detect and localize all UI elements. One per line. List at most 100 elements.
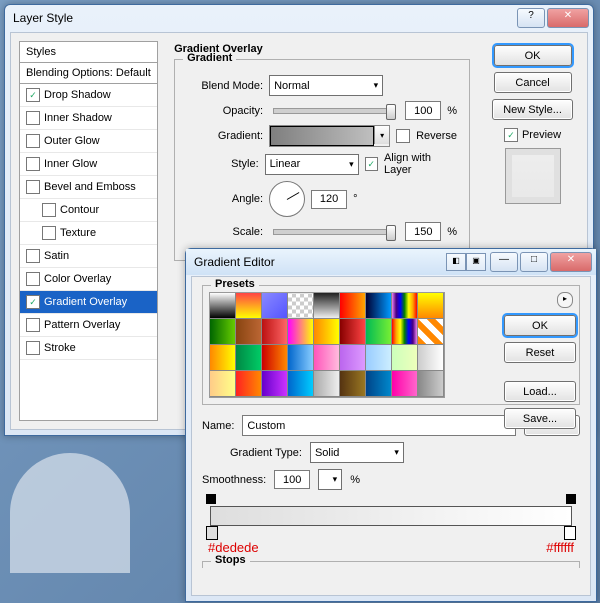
gradient-type-select[interactable]: Solid <box>310 442 404 463</box>
scale-slider[interactable] <box>273 229 395 235</box>
smoothness-value[interactable]: 100 <box>274 470 310 489</box>
window-tab-icon[interactable]: ◧ <box>446 253 466 271</box>
style-row-gradient-overlay[interactable]: Gradient Overlay <box>20 291 157 314</box>
gradient-editor-titlebar[interactable]: Gradient Editor ◧ ▣ — □ ✕ <box>186 249 596 275</box>
color-stop-left[interactable] <box>206 526 218 540</box>
style-row-texture[interactable]: Texture <box>20 222 157 245</box>
style-row-pattern-overlay[interactable]: Pattern Overlay <box>20 314 157 337</box>
blend-mode-select[interactable]: Normal <box>269 75 383 96</box>
style-checkbox[interactable] <box>26 272 40 286</box>
preset-swatch[interactable] <box>235 318 262 345</box>
style-checkbox[interactable] <box>42 203 56 217</box>
preset-swatch[interactable] <box>209 370 236 397</box>
preview-checkbox[interactable] <box>504 128 518 142</box>
style-row-bevel-and-emboss[interactable]: Bevel and Emboss <box>20 176 157 199</box>
preset-swatch[interactable] <box>235 370 262 397</box>
style-row-drop-shadow[interactable]: Drop Shadow <box>20 84 157 107</box>
preset-swatch[interactable] <box>235 292 262 319</box>
save-button[interactable]: Save... <box>504 408 576 429</box>
preset-swatch[interactable] <box>209 344 236 371</box>
opacity-value[interactable]: 100 <box>405 101 441 120</box>
preset-swatch[interactable] <box>417 292 444 319</box>
preset-swatch[interactable] <box>287 344 314 371</box>
gradient-bar[interactable] <box>202 496 580 538</box>
angle-value[interactable]: 120 <box>311 190 347 209</box>
styles-header[interactable]: Styles <box>20 42 157 63</box>
style-checkbox[interactable] <box>26 180 40 194</box>
style-row-inner-glow[interactable]: Inner Glow <box>20 153 157 176</box>
style-checkbox[interactable] <box>26 134 40 148</box>
layer-style-titlebar[interactable]: Layer Style ? ✕ <box>5 5 593 31</box>
angle-dial[interactable] <box>269 181 305 217</box>
preset-swatch[interactable] <box>339 370 366 397</box>
preset-swatch[interactable] <box>417 318 444 345</box>
help-button[interactable]: ? <box>517 8 545 28</box>
style-row-inner-shadow[interactable]: Inner Shadow <box>20 107 157 130</box>
preset-swatch[interactable] <box>209 292 236 319</box>
close-button[interactable]: ✕ <box>550 252 592 272</box>
ok-button[interactable]: OK <box>504 315 576 336</box>
preset-swatch[interactable] <box>365 370 392 397</box>
scale-value[interactable]: 150 <box>405 222 441 241</box>
style-row-color-overlay[interactable]: Color Overlay <box>20 268 157 291</box>
preset-swatch[interactable] <box>339 292 366 319</box>
load-button[interactable]: Load... <box>504 381 576 402</box>
preset-swatch[interactable] <box>313 370 340 397</box>
preset-swatch[interactable] <box>365 318 392 345</box>
preset-swatch[interactable] <box>261 318 288 345</box>
preset-swatch[interactable] <box>391 318 418 345</box>
name-input[interactable]: Custom <box>242 415 516 436</box>
style-checkbox[interactable] <box>26 157 40 171</box>
preset-swatch[interactable] <box>209 318 236 345</box>
preset-swatch[interactable] <box>313 292 340 319</box>
cancel-button[interactable]: Cancel <box>494 72 572 93</box>
style-select[interactable]: Linear <box>265 154 359 175</box>
color-stop-right[interactable] <box>564 526 576 540</box>
opacity-stop-right[interactable] <box>566 494 576 504</box>
preset-swatch[interactable] <box>365 292 392 319</box>
preset-swatch[interactable] <box>391 370 418 397</box>
opacity-slider[interactable] <box>273 108 395 114</box>
presets-menu-button[interactable]: ▸ <box>557 292 573 308</box>
preset-swatch[interactable] <box>261 344 288 371</box>
style-row-stroke[interactable]: Stroke <box>20 337 157 360</box>
style-checkbox[interactable] <box>26 249 40 263</box>
reverse-checkbox[interactable] <box>396 129 410 143</box>
minimize-button[interactable]: — <box>490 252 518 272</box>
preset-swatch[interactable] <box>365 344 392 371</box>
new-style-button[interactable]: New Style... <box>492 99 573 120</box>
preset-swatch[interactable] <box>287 370 314 397</box>
preset-swatch[interactable] <box>261 370 288 397</box>
style-checkbox[interactable] <box>26 88 40 102</box>
preset-swatch[interactable] <box>391 344 418 371</box>
ok-button[interactable]: OK <box>494 45 572 66</box>
preset-swatch[interactable] <box>417 370 444 397</box>
preset-swatch[interactable] <box>313 318 340 345</box>
style-checkbox[interactable] <box>26 111 40 125</box>
style-row-contour[interactable]: Contour <box>20 199 157 222</box>
preset-swatch[interactable] <box>339 344 366 371</box>
style-row-satin[interactable]: Satin <box>20 245 157 268</box>
style-checkbox[interactable] <box>26 318 40 332</box>
align-checkbox[interactable] <box>365 157 378 171</box>
preset-swatch[interactable] <box>287 318 314 345</box>
style-checkbox[interactable] <box>26 295 40 309</box>
style-checkbox[interactable] <box>26 341 40 355</box>
preset-swatch[interactable] <box>339 318 366 345</box>
preset-swatch[interactable] <box>391 292 418 319</box>
style-checkbox[interactable] <box>42 226 56 240</box>
preset-swatch[interactable] <box>261 292 288 319</box>
maximize-button[interactable]: □ <box>520 252 548 272</box>
gradient-swatch[interactable] <box>270 126 374 146</box>
preset-swatch[interactable] <box>287 292 314 319</box>
style-row-outer-glow[interactable]: Outer Glow <box>20 130 157 153</box>
gradient-dropdown-button[interactable]: ▾ <box>374 126 389 144</box>
reset-button[interactable]: Reset <box>504 342 576 363</box>
smoothness-stepper[interactable] <box>318 469 342 490</box>
window-tab-icon[interactable]: ▣ <box>466 253 486 271</box>
blending-options-row[interactable]: Blending Options: Default <box>20 63 157 84</box>
preset-swatch[interactable] <box>235 344 262 371</box>
close-button[interactable]: ✕ <box>547 8 589 28</box>
preset-swatch[interactable] <box>417 344 444 371</box>
preset-swatch[interactable] <box>313 344 340 371</box>
